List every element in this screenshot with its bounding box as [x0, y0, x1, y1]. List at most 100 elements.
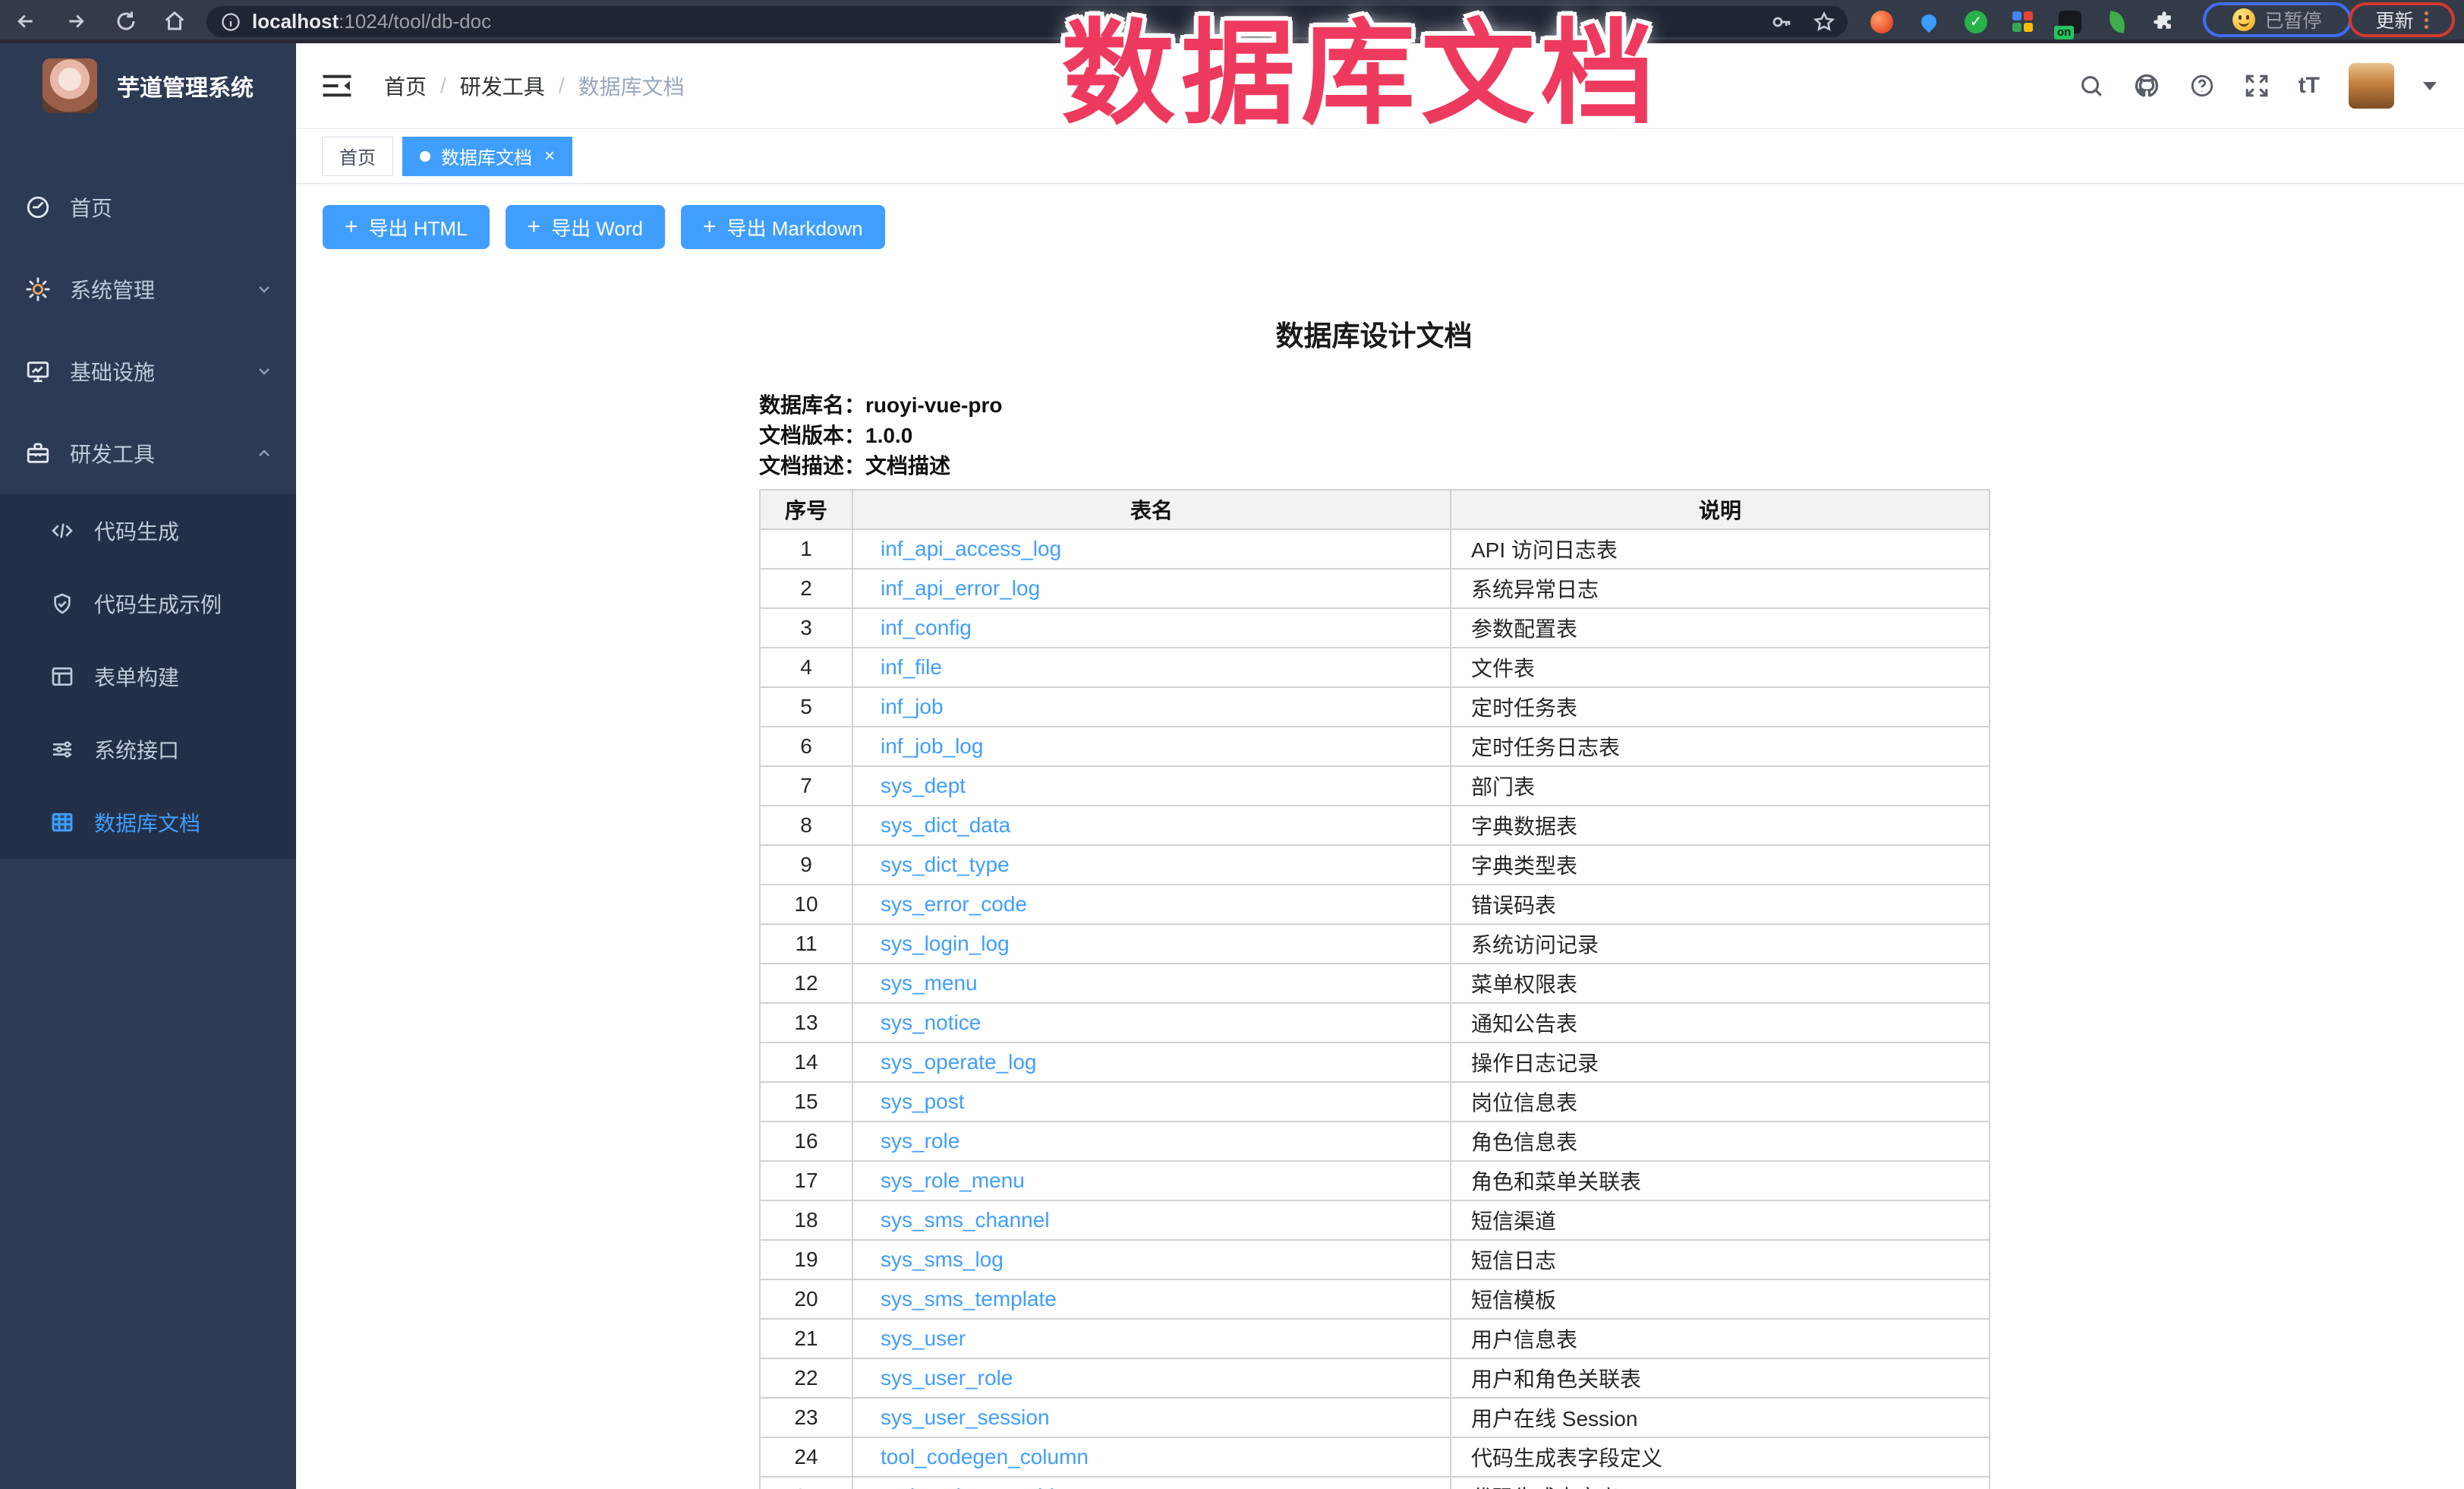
table-name-link[interactable]: inf_api_access_log — [881, 537, 1061, 560]
row-table-name: sys_role — [852, 1121, 1451, 1161]
table-name-link[interactable]: sys_dict_type — [881, 853, 1010, 876]
chevron-down-icon — [255, 280, 273, 298]
sidebar-item-home[interactable]: 首页 — [0, 166, 296, 248]
tables-index-table: 序号 表名 说明 1inf_api_access_logAPI 访问日志表2in… — [759, 489, 1990, 1489]
url-path: :1024/tool/db-doc — [339, 10, 491, 33]
table-name-link[interactable]: tool_codegen_table — [881, 1484, 1066, 1489]
browser-reload-button[interactable] — [111, 6, 141, 36]
plus-icon: + — [345, 216, 358, 238]
export-html-button[interactable]: + 导出 HTML — [323, 205, 490, 249]
translate-paused-chip[interactable]: 已暂停 — [2203, 2, 2352, 37]
font-size-icon[interactable]: tT — [2299, 73, 2320, 99]
extension-grid-icon[interactable] — [2010, 9, 2036, 35]
table-name-link[interactable]: sys_notice — [881, 1011, 981, 1034]
table-row: 10sys_error_code错误码表 — [760, 885, 1990, 924]
row-table-name: sys_role_menu — [852, 1161, 1451, 1200]
table-name-link[interactable]: sys_menu — [881, 971, 978, 995]
github-icon[interactable] — [2133, 72, 2160, 99]
home-icon — [163, 10, 186, 33]
browser-extensions: ✓ on — [1869, 6, 2177, 37]
row-table-name: inf_api_error_log — [852, 569, 1451, 608]
table-name-link[interactable]: tool_codegen_column — [881, 1445, 1089, 1468]
row-table-name: sys_post — [852, 1082, 1451, 1121]
table-name-link[interactable]: sys_sms_channel — [881, 1208, 1050, 1232]
extension-orange-icon[interactable] — [1869, 9, 1895, 35]
table-name-link[interactable]: inf_job — [881, 695, 944, 718]
bookmark-star-icon[interactable] — [1813, 11, 1835, 33]
row-description: 代码生成表定义 — [1451, 1477, 1990, 1489]
fullscreen-icon[interactable] — [2244, 73, 2270, 99]
app-title: 芋道管理系统 — [117, 69, 254, 103]
table-name-link[interactable]: sys_error_code — [881, 892, 1027, 916]
extension-pin-icon[interactable] — [1916, 9, 1942, 35]
extensions-puzzle-icon[interactable] — [2151, 9, 2177, 35]
table-row: 23sys_user_session用户在线 Session — [760, 1398, 1990, 1437]
sidebar-item-infrastructure[interactable]: 基础设施 — [0, 330, 296, 412]
extension-on-badge-icon[interactable]: on — [2057, 9, 2083, 35]
table-name-link[interactable]: sys_dict_data — [881, 813, 1010, 837]
breadcrumb-devtools[interactable]: 研发工具 — [460, 71, 545, 101]
row-index: 1 — [760, 529, 852, 569]
sidebar-item-system[interactable]: 系统管理 — [0, 248, 296, 330]
sidebar-item-codegen-example[interactable]: 代码生成示例 — [0, 567, 296, 640]
row-table-name: sys_sms_template — [852, 1279, 1451, 1319]
table-name-link[interactable]: sys_user_session — [881, 1405, 1050, 1429]
table-row: 8sys_dict_data字典数据表 — [760, 806, 1990, 845]
sidebar-item-devtools[interactable]: 研发工具 — [0, 412, 296, 494]
export-markdown-button[interactable]: + 导出 Markdown — [681, 205, 885, 249]
row-index: 13 — [760, 1003, 852, 1043]
tab-home[interactable]: 首页 — [322, 137, 393, 176]
export-word-button[interactable]: + 导出 Word — [506, 205, 665, 249]
row-table-name: tool_codegen_table — [852, 1477, 1451, 1489]
sidebar-item-label: 首页 — [70, 192, 112, 222]
row-description: 短信日志 — [1451, 1240, 1990, 1279]
forward-arrow-icon — [65, 10, 87, 33]
tab-db-doc[interactable]: 数据库文档 × — [402, 137, 572, 176]
breadcrumb-separator: / — [440, 74, 446, 98]
user-avatar[interactable] — [2349, 63, 2394, 109]
sidebar-item-label: 系统管理 — [70, 274, 155, 304]
row-index: 20 — [760, 1279, 852, 1319]
extension-leaf-icon[interactable] — [2104, 9, 2130, 35]
table-name-link[interactable]: sys_operate_log — [881, 1050, 1036, 1074]
table-name-link[interactable]: sys_role_menu — [881, 1169, 1025, 1192]
browser-home-button[interactable] — [159, 6, 190, 36]
browser-forward-button[interactable] — [61, 6, 91, 36]
row-description: 字典数据表 — [1451, 806, 1990, 845]
user-menu-caret-icon[interactable] — [2423, 82, 2437, 90]
table-name-link[interactable]: inf_job_log — [881, 734, 983, 758]
sidebar-item-form-builder[interactable]: 表单构建 — [0, 640, 296, 713]
table-name-link[interactable]: inf_file — [881, 655, 942, 679]
row-table-name: sys_menu — [852, 964, 1451, 1003]
table-name-link[interactable]: inf_config — [881, 616, 972, 639]
browser-update-button[interactable]: 更新 — [2349, 2, 2455, 37]
sidebar-item-db-doc[interactable]: 数据库文档 — [0, 786, 296, 859]
breadcrumb-home[interactable]: 首页 — [384, 71, 427, 101]
browser-menu-icon[interactable] — [2425, 11, 2428, 29]
table-name-link[interactable]: sys_login_log — [881, 932, 1010, 955]
password-key-icon[interactable] — [1770, 11, 1793, 33]
table-name-link[interactable]: sys_sms_template — [881, 1287, 1057, 1311]
sidebar-item-system-api[interactable]: 系统接口 — [0, 713, 296, 786]
app-logo-row[interactable]: 芋道管理系统 — [0, 43, 296, 128]
search-icon[interactable] — [2078, 73, 2104, 99]
sidebar-item-codegen[interactable]: 代码生成 — [0, 494, 296, 567]
close-icon[interactable]: × — [544, 146, 555, 167]
table-name-link[interactable]: sys_sms_log — [881, 1248, 1004, 1271]
row-index: 5 — [760, 687, 852, 727]
row-description: 字典类型表 — [1451, 845, 1990, 885]
table-name-link[interactable]: sys_dept — [881, 774, 966, 797]
browser-back-button[interactable] — [11, 6, 41, 36]
extension-check-icon[interactable]: ✓ — [1963, 9, 1989, 35]
table-name-link[interactable]: sys_post — [881, 1090, 965, 1113]
gear-icon — [24, 276, 52, 303]
table-name-link[interactable]: sys_user_role — [881, 1366, 1013, 1390]
table-name-link[interactable]: sys_role — [881, 1129, 959, 1153]
header-description: 说明 — [1451, 490, 1990, 529]
export-html-label: 导出 HTML — [369, 213, 468, 241]
table-name-link[interactable]: inf_api_error_log — [881, 576, 1040, 600]
document-meta: 数据库名：ruoyi-vue-pro 文档版本：1.0.0 文档描述：文档描述 — [759, 390, 1989, 481]
table-name-link[interactable]: sys_user — [881, 1327, 966, 1350]
collapse-sidebar-button[interactable] — [322, 74, 352, 98]
help-icon[interactable] — [2189, 73, 2215, 99]
